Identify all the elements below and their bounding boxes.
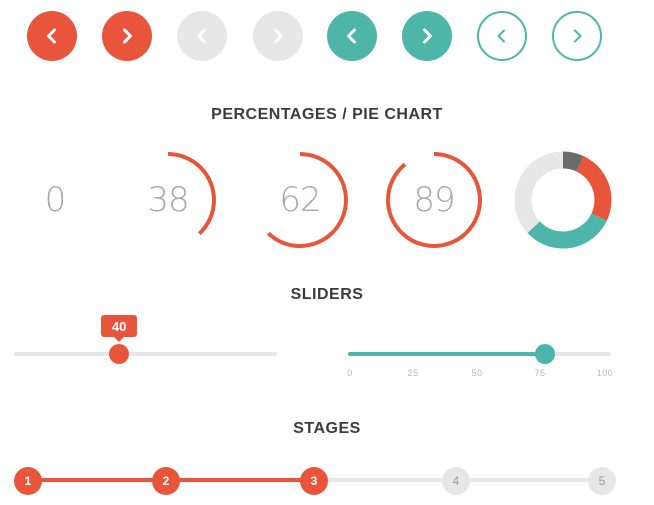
prev-button-outline[interactable] — [477, 11, 527, 61]
prev-button-orange[interactable] — [27, 11, 77, 61]
next-button-orange[interactable] — [102, 11, 152, 61]
slider-tick-label: 100 — [596, 368, 614, 378]
slider-tick-label: 25 — [407, 368, 419, 378]
slider-tick-label: 0 — [347, 368, 353, 378]
sliders-title: SLIDERS — [290, 286, 364, 303]
percentage-ring-0: 0 — [5, 150, 105, 250]
chevron-left-icon — [197, 28, 206, 44]
chevron-right-icon — [123, 28, 132, 44]
slider-tick-label: 75 — [534, 368, 546, 378]
slider-tick-label: 50 — [471, 368, 483, 378]
stage-3[interactable]: 3 — [300, 467, 328, 495]
next-button-outline[interactable] — [552, 11, 602, 61]
next-button-teal[interactable] — [402, 11, 452, 61]
percentage-ring-38: 38 — [118, 150, 218, 250]
stages-title: STAGES — [293, 420, 361, 437]
slider-handle[interactable] — [535, 344, 556, 364]
slider-value-tooltip: 40 — [101, 315, 138, 342]
pie-chart — [513, 150, 613, 250]
percentage-ring-62: 62 — [250, 150, 350, 250]
chevron-right-icon — [574, 29, 582, 43]
chevron-right-icon — [274, 28, 283, 44]
chevron-left-icon — [47, 28, 56, 44]
chevron-left-icon — [497, 29, 505, 43]
percentages-title: PERCENTAGES / PIE CHART — [211, 106, 443, 123]
percentage-value: 38 — [147, 180, 189, 220]
stage-1[interactable]: 1 — [14, 467, 42, 495]
percentage-value: 0 — [44, 180, 67, 220]
slider-track[interactable] — [14, 352, 277, 356]
stage-2[interactable]: 2 — [152, 467, 180, 495]
chevron-right-icon — [423, 28, 432, 44]
prev-button-disabled[interactable] — [177, 11, 227, 61]
slider-fill — [348, 352, 546, 356]
stage-4[interactable]: 4 — [442, 467, 470, 495]
percentage-ring-89: 89 — [384, 150, 484, 250]
stage-5[interactable]: 5 — [588, 467, 616, 495]
percentage-value: 62 — [279, 180, 321, 220]
percentage-value: 89 — [413, 180, 455, 220]
slider-handle[interactable] — [109, 344, 130, 364]
prev-button-teal[interactable] — [327, 11, 377, 61]
chevron-left-icon — [347, 28, 356, 44]
next-button-disabled[interactable] — [253, 11, 303, 61]
